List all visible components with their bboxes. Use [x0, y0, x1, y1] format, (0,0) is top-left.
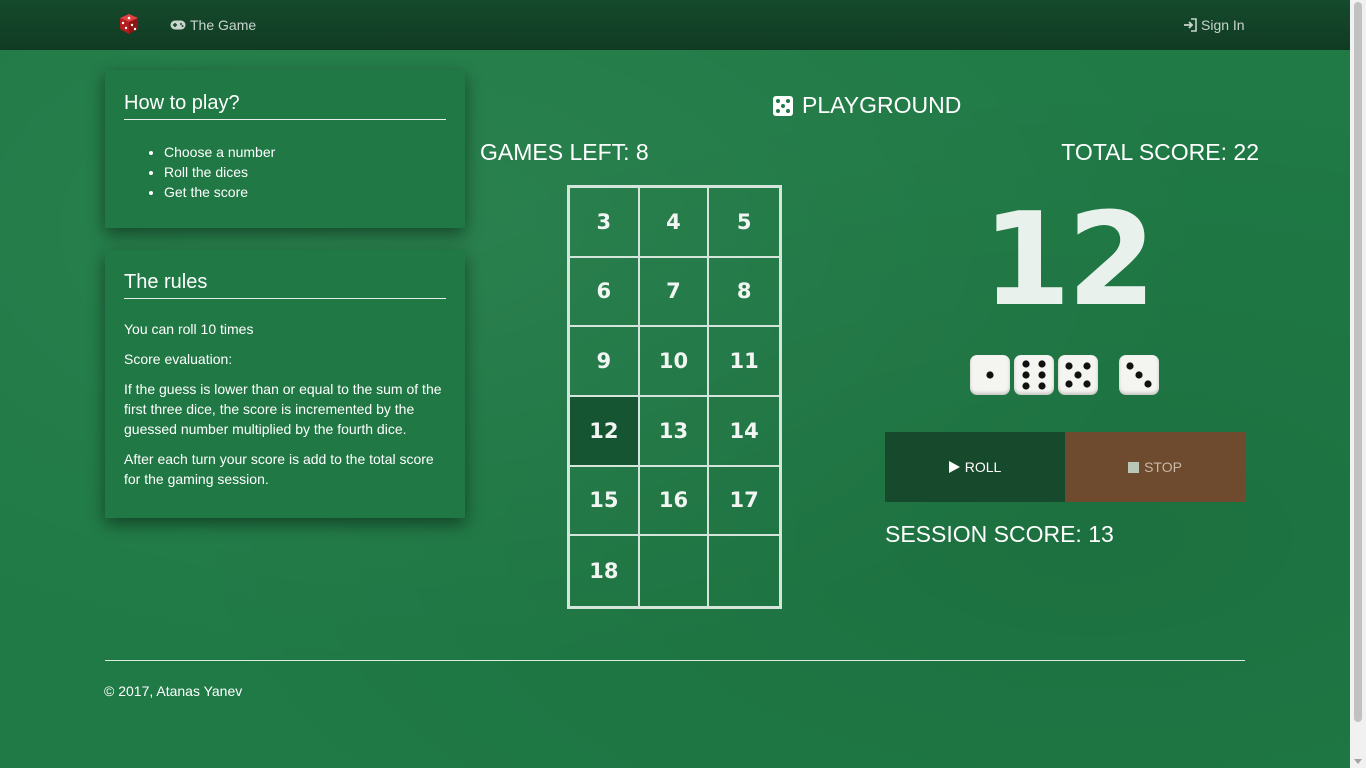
scrollbar-thumb[interactable]: [1354, 2, 1362, 722]
number-cell-3[interactable]: 3: [570, 188, 640, 258]
footer-divider: [105, 660, 1245, 661]
navbar: The Game Sign In: [0, 0, 1350, 50]
number-cell-16[interactable]: 16: [639, 466, 710, 537]
number-cell-11[interactable]: 11: [709, 327, 779, 397]
number-grid: 3 4 5 6 7 8 9 10 11 12 13 14 15 16 17 18: [567, 185, 782, 609]
die-pip: [1135, 371, 1143, 379]
session-score: SESSION SCORE: 13: [885, 521, 1114, 547]
number-cell-14[interactable]: 14: [709, 397, 779, 467]
rules-paragraph: After each turn your score is add to the…: [124, 451, 434, 487]
number-cell-7[interactable]: 7: [639, 257, 710, 328]
die-pip: [986, 371, 994, 379]
selected-number-display: 12: [982, 186, 1156, 335]
die-pip: [1022, 382, 1030, 390]
empty-cell: [709, 536, 779, 606]
die-pip: [1083, 362, 1091, 370]
list-item: Roll the dices: [164, 162, 446, 182]
number-cell-9[interactable]: 9: [570, 327, 640, 397]
die-pip: [1083, 380, 1091, 388]
roll-button[interactable]: ROLL: [885, 432, 1065, 502]
die-4: [1119, 355, 1159, 395]
rules-paragraph: Score evaluation:: [124, 351, 233, 367]
die-pip: [1144, 380, 1152, 388]
die-pip: [1038, 371, 1046, 379]
number-cell-18[interactable]: 18: [570, 536, 640, 606]
die-pip: [1038, 382, 1046, 390]
number-cell-17[interactable]: 17: [709, 467, 779, 537]
how-to-play-panel: How to play? Choose a number Roll the di…: [105, 70, 465, 228]
number-cell-10[interactable]: 10: [639, 327, 710, 397]
die-face-3: [1126, 362, 1152, 388]
roll-button-label: ROLL: [964, 459, 1002, 475]
number-cell-4[interactable]: 4: [639, 188, 710, 258]
number-cell-12[interactable]: 12: [570, 396, 640, 467]
gamepad-icon: [170, 20, 186, 30]
rules-title: The rules: [124, 271, 446, 299]
empty-cell: [640, 536, 710, 606]
list-item: Get the score: [164, 182, 446, 202]
nav-sign-in[interactable]: Sign In: [1183, 17, 1245, 33]
total-score: TOTAL SCORE: 22: [1061, 139, 1259, 165]
rules-paragraph: You can roll 10 times: [124, 321, 254, 337]
number-cell-5[interactable]: 5: [709, 188, 779, 258]
stop-icon: [1128, 461, 1140, 473]
number-cell-8[interactable]: 8: [709, 258, 779, 328]
nav-the-game[interactable]: The Game: [170, 17, 256, 33]
how-to-play-title: How to play?: [124, 92, 446, 120]
nav-the-game-label: The Game: [190, 17, 257, 33]
nav-sign-in-label: Sign In: [1201, 17, 1245, 33]
page: The Game Sign In How to play? Choose a n…: [0, 0, 1350, 768]
playground-title: PLAYGROUND: [773, 92, 961, 119]
die-pip: [1065, 362, 1073, 370]
die-face-5: [1065, 362, 1091, 388]
footer-copyright: © 2017, Atanas Yanev: [104, 683, 243, 699]
play-icon: [948, 461, 960, 473]
die-pip: [1022, 371, 1030, 379]
sign-in-icon: [1184, 18, 1197, 32]
die-1: [970, 355, 1010, 395]
number-cell-15[interactable]: 15: [570, 466, 640, 537]
die-face-1: [986, 371, 994, 379]
die-face-6: [1022, 360, 1046, 390]
number-cell-13[interactable]: 13: [639, 396, 710, 467]
list-item: Choose a number: [164, 142, 446, 162]
die-pip: [1065, 380, 1073, 388]
rules-panel: The rules You can roll 10 times Score ev…: [105, 250, 465, 518]
die-3: [1058, 355, 1098, 395]
die-pip: [1038, 360, 1046, 368]
dice-icon: [773, 95, 793, 116]
die-pip: [1074, 371, 1082, 379]
playground-title-label: PLAYGROUND: [802, 92, 962, 118]
stop-button[interactable]: STOP: [1065, 432, 1245, 502]
die-pip: [1126, 362, 1134, 370]
rules-paragraph: If the guess is lower than or equal to t…: [124, 381, 442, 437]
number-cell-6[interactable]: 6: [570, 257, 640, 328]
stop-button-label: STOP: [1144, 459, 1182, 475]
scroll-down-arrow-icon[interactable]: [1354, 759, 1362, 764]
games-left: GAMES LEFT: 8: [480, 139, 649, 165]
how-to-play-list: Choose a number Roll the dices Get the s…: [164, 142, 446, 202]
dice-icon[interactable]: [118, 13, 140, 35]
die-2: [1014, 355, 1054, 395]
scrollbar[interactable]: [1350, 0, 1366, 768]
die-pip: [1022, 360, 1030, 368]
